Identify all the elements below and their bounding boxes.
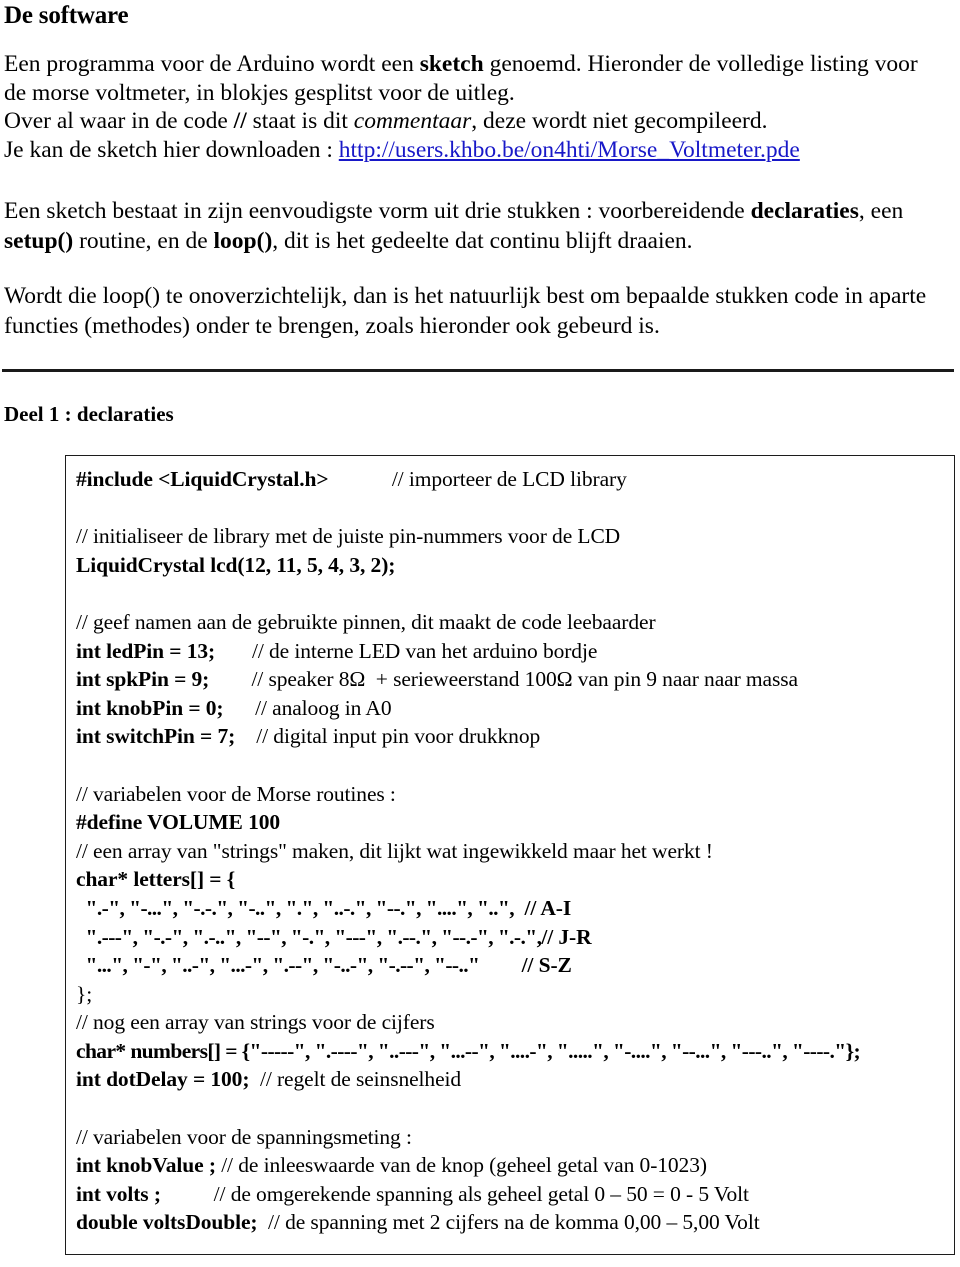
page-title: De software — [4, 2, 129, 29]
intro-text-2a: Over al waar in de code — [4, 108, 234, 134]
section-heading-deel-1: Deel 1 : declaraties — [4, 402, 174, 426]
code-spacer — [215, 639, 252, 663]
code-comment-knobpin: // analoog in A0 — [255, 695, 392, 720]
code-liquidcrystal-decl: LiquidCrystal lcd(12, 11, 5, 4, 3, 2); — [76, 552, 396, 577]
para2-text-d: , dit is het gedeelte dat continu blijft… — [272, 228, 693, 254]
code-comment-switchpin: // digital input pin voor drukknop — [256, 724, 541, 749]
code-define-volume: #define VOLUME 100 — [76, 810, 281, 835]
intro-text-1a: Een programma voor de Arduino wordt een — [4, 51, 420, 77]
code-ledpin-decl: int ledPin = 13; — [76, 638, 216, 663]
code-comment-array-strings: // een array van "strings" maken, dit li… — [76, 838, 713, 863]
intro-text-2c: , deze wordt niet gecompileerd. — [471, 108, 768, 134]
code-comment-range-sz: // S-Z — [521, 953, 572, 978]
code-line-comment-numbers: // nog een array van strings voor de cij… — [76, 1008, 954, 1037]
code-spacer — [249, 1067, 260, 1091]
code-comment-voltsdouble: // de spanning met 2 cijfers na de komma… — [268, 1210, 760, 1235]
code-include-statement: #include <LiquidCrystal.h> — [76, 467, 329, 491]
code-line-comment-morse-vars: // variabelen voor de Morse routines : — [76, 780, 954, 809]
code-line-spkpin: int spkPin = 9; // speaker 8Ω + seriewee… — [76, 665, 954, 694]
code-spacer — [209, 667, 251, 691]
code-spacer — [161, 1182, 214, 1206]
code-comment-spkpin: // speaker 8Ω + serieweerstand 100Ω van … — [251, 667, 798, 692]
paragraph-loop-advice: Wordt die loop() te onoverzichtelijk, da… — [4, 283, 927, 339]
code-line-letters-close: }; — [76, 980, 954, 1009]
para2-bold-declaraties: declaraties — [750, 198, 859, 224]
code-line-knobvalue: int knobValue ; // de inleeswaarde van d… — [76, 1151, 954, 1180]
code-comment-knobvalue: // de inleeswaarde van de knop (geheel g… — [221, 1153, 707, 1178]
para2-bold-loop: loop() — [213, 228, 273, 254]
code-line-voltsdouble: double voltsDouble; // de spanning met 2… — [76, 1208, 954, 1237]
code-line-liquidcrystal: LiquidCrystal lcd(12, 11, 5, 4, 3, 2); — [76, 551, 954, 580]
code-line-comment-init: // initialiseer de library met de juiste… — [76, 522, 954, 551]
code-line-numbers-decl: char* numbers[] = {"-----", ".----", "..… — [76, 1037, 948, 1066]
intro-bold-sketch: sketch — [419, 51, 484, 77]
code-line-morse-ai: ".-", "-...", "-.-.", "-..", ".", "..-."… — [76, 894, 954, 923]
intro-line-3: Je kan de sketch hier downloaden : http:… — [4, 136, 940, 165]
code-letters-array-open: char* letters[] = { — [76, 867, 236, 892]
paragraph-sketch-structure: Een sketch bestaat in zijn eenvoudigste … — [4, 196, 948, 256]
code-comment-dotdelay: // regelt de seinsnelheid — [259, 1067, 462, 1092]
intro-italic-commentaar: commentaar — [353, 108, 472, 134]
download-link[interactable]: http://users.khbo.be/on4hti/Morse_Voltme… — [339, 137, 800, 163]
intro-line-1: Een programma voor de Arduino wordt een … — [4, 50, 940, 107]
code-knobvalue-decl: int knobValue ; — [76, 1153, 216, 1178]
code-line-knobpin: int knobPin = 0; // analoog in A0 — [76, 694, 954, 723]
code-spacer — [329, 467, 392, 491]
code-letters-array-close: }; — [76, 981, 93, 1006]
code-comment-voltage-vars: // variabelen voor de spanningsmeting : — [76, 1124, 412, 1149]
horizontal-divider — [2, 369, 954, 372]
code-spacer — [257, 1210, 268, 1234]
code-comment-init-library: // initialiseer de library met de juiste… — [76, 524, 621, 549]
code-voltsdouble-decl: double voltsDouble; — [76, 1210, 258, 1235]
code-line-include: #include <LiquidCrystal.h> // importeer … — [76, 465, 954, 494]
code-switchpin-decl: int switchPin = 7; — [76, 724, 236, 749]
code-comment-ledpin: // de interne LED van het arduino bordje — [252, 638, 598, 663]
code-knobpin-decl: int knobPin = 0; — [76, 695, 224, 720]
code-line-comment-voltage-vars: // variabelen voor de spanningsmeting : — [76, 1123, 954, 1152]
code-spkpin-decl: int spkPin = 9; — [76, 667, 210, 692]
code-numbers-array: char* numbers[] = {"-----", ".----", "..… — [76, 1038, 861, 1063]
code-listing-box: #include <LiquidCrystal.h> // importeer … — [65, 455, 955, 1255]
intro-text-3a: Je kan de sketch hier downloaden : — [4, 136, 339, 163]
code-line-comment-array: // een array van "strings" maken, dit li… — [76, 837, 954, 866]
code-volts-decl: int volts ; — [76, 1181, 161, 1206]
code-line-comment-pins: // geef namen aan de gebruikte pinnen, d… — [76, 608, 954, 637]
code-spacer — [479, 953, 521, 977]
code-line-ledpin: int ledPin = 13; // de interne LED van h… — [76, 637, 954, 666]
para2-bold-setup: setup() — [4, 228, 74, 254]
code-spacer — [223, 696, 255, 720]
code-comment-numbers-array: // nog een array van strings voor de cij… — [76, 1010, 435, 1035]
code-comment-range-jr: // J-R — [541, 924, 592, 949]
code-comment-pin-names: // geef namen aan de gebruikte pinnen, d… — [76, 609, 656, 634]
code-spacer — [235, 724, 256, 748]
code-comment-morse-vars: // variabelen voor de Morse routines : — [76, 781, 396, 806]
para2-text-c: routine, en de — [73, 228, 214, 254]
intro-bold-slashes: // — [233, 108, 247, 134]
code-line-letters-decl: char* letters[] = { — [76, 865, 954, 894]
code-line-morse-jr: ".---", "-.-", ".-..", "--", "-.", "---"… — [76, 923, 954, 952]
document-page: De software Een programma voor de Arduin… — [0, 0, 960, 1267]
intro-text-2b: staat is dit — [246, 108, 354, 134]
code-morse-letters-s-z: "...", "-", "..-", "...-", ".--", "-..-"… — [76, 953, 480, 978]
code-line-define-volume: #define VOLUME 100 — [76, 808, 954, 837]
code-morse-letters-j-r: ".---", "-.-", ".-..", "--", "-.", "---"… — [76, 924, 542, 949]
code-line-volts: int volts ; // de omgerekende spanning a… — [76, 1180, 954, 1209]
intro-line-2: Over al waar in de code // staat is dit … — [4, 107, 940, 136]
para2-text-a: Een sketch bestaat in zijn eenvoudigste … — [4, 198, 751, 224]
code-comment-import-lcd: // importeer de LCD library — [391, 467, 627, 491]
para2-text-b: , een — [858, 198, 904, 224]
code-comment-volts: // de omgerekende spanning als geheel ge… — [213, 1181, 749, 1206]
code-morse-letters-a-i: ".-", "-...", "-.-.", "-..", ".", "..-."… — [76, 895, 515, 920]
code-dotdelay-decl: int dotDelay = 100; — [76, 1067, 250, 1092]
code-line-morse-sz: "...", "-", "..-", "...-", ".--", "-..-"… — [76, 951, 954, 980]
intro-paragraph: Een programma voor de Arduino wordt een … — [4, 50, 940, 164]
code-comment-range-ai: // A-I — [524, 895, 572, 920]
code-line-switchpin: int switchPin = 7; // digital input pin … — [76, 722, 954, 751]
code-spacer — [514, 896, 525, 920]
code-line-dotdelay: int dotDelay = 100; // regelt de seinsne… — [76, 1065, 954, 1094]
